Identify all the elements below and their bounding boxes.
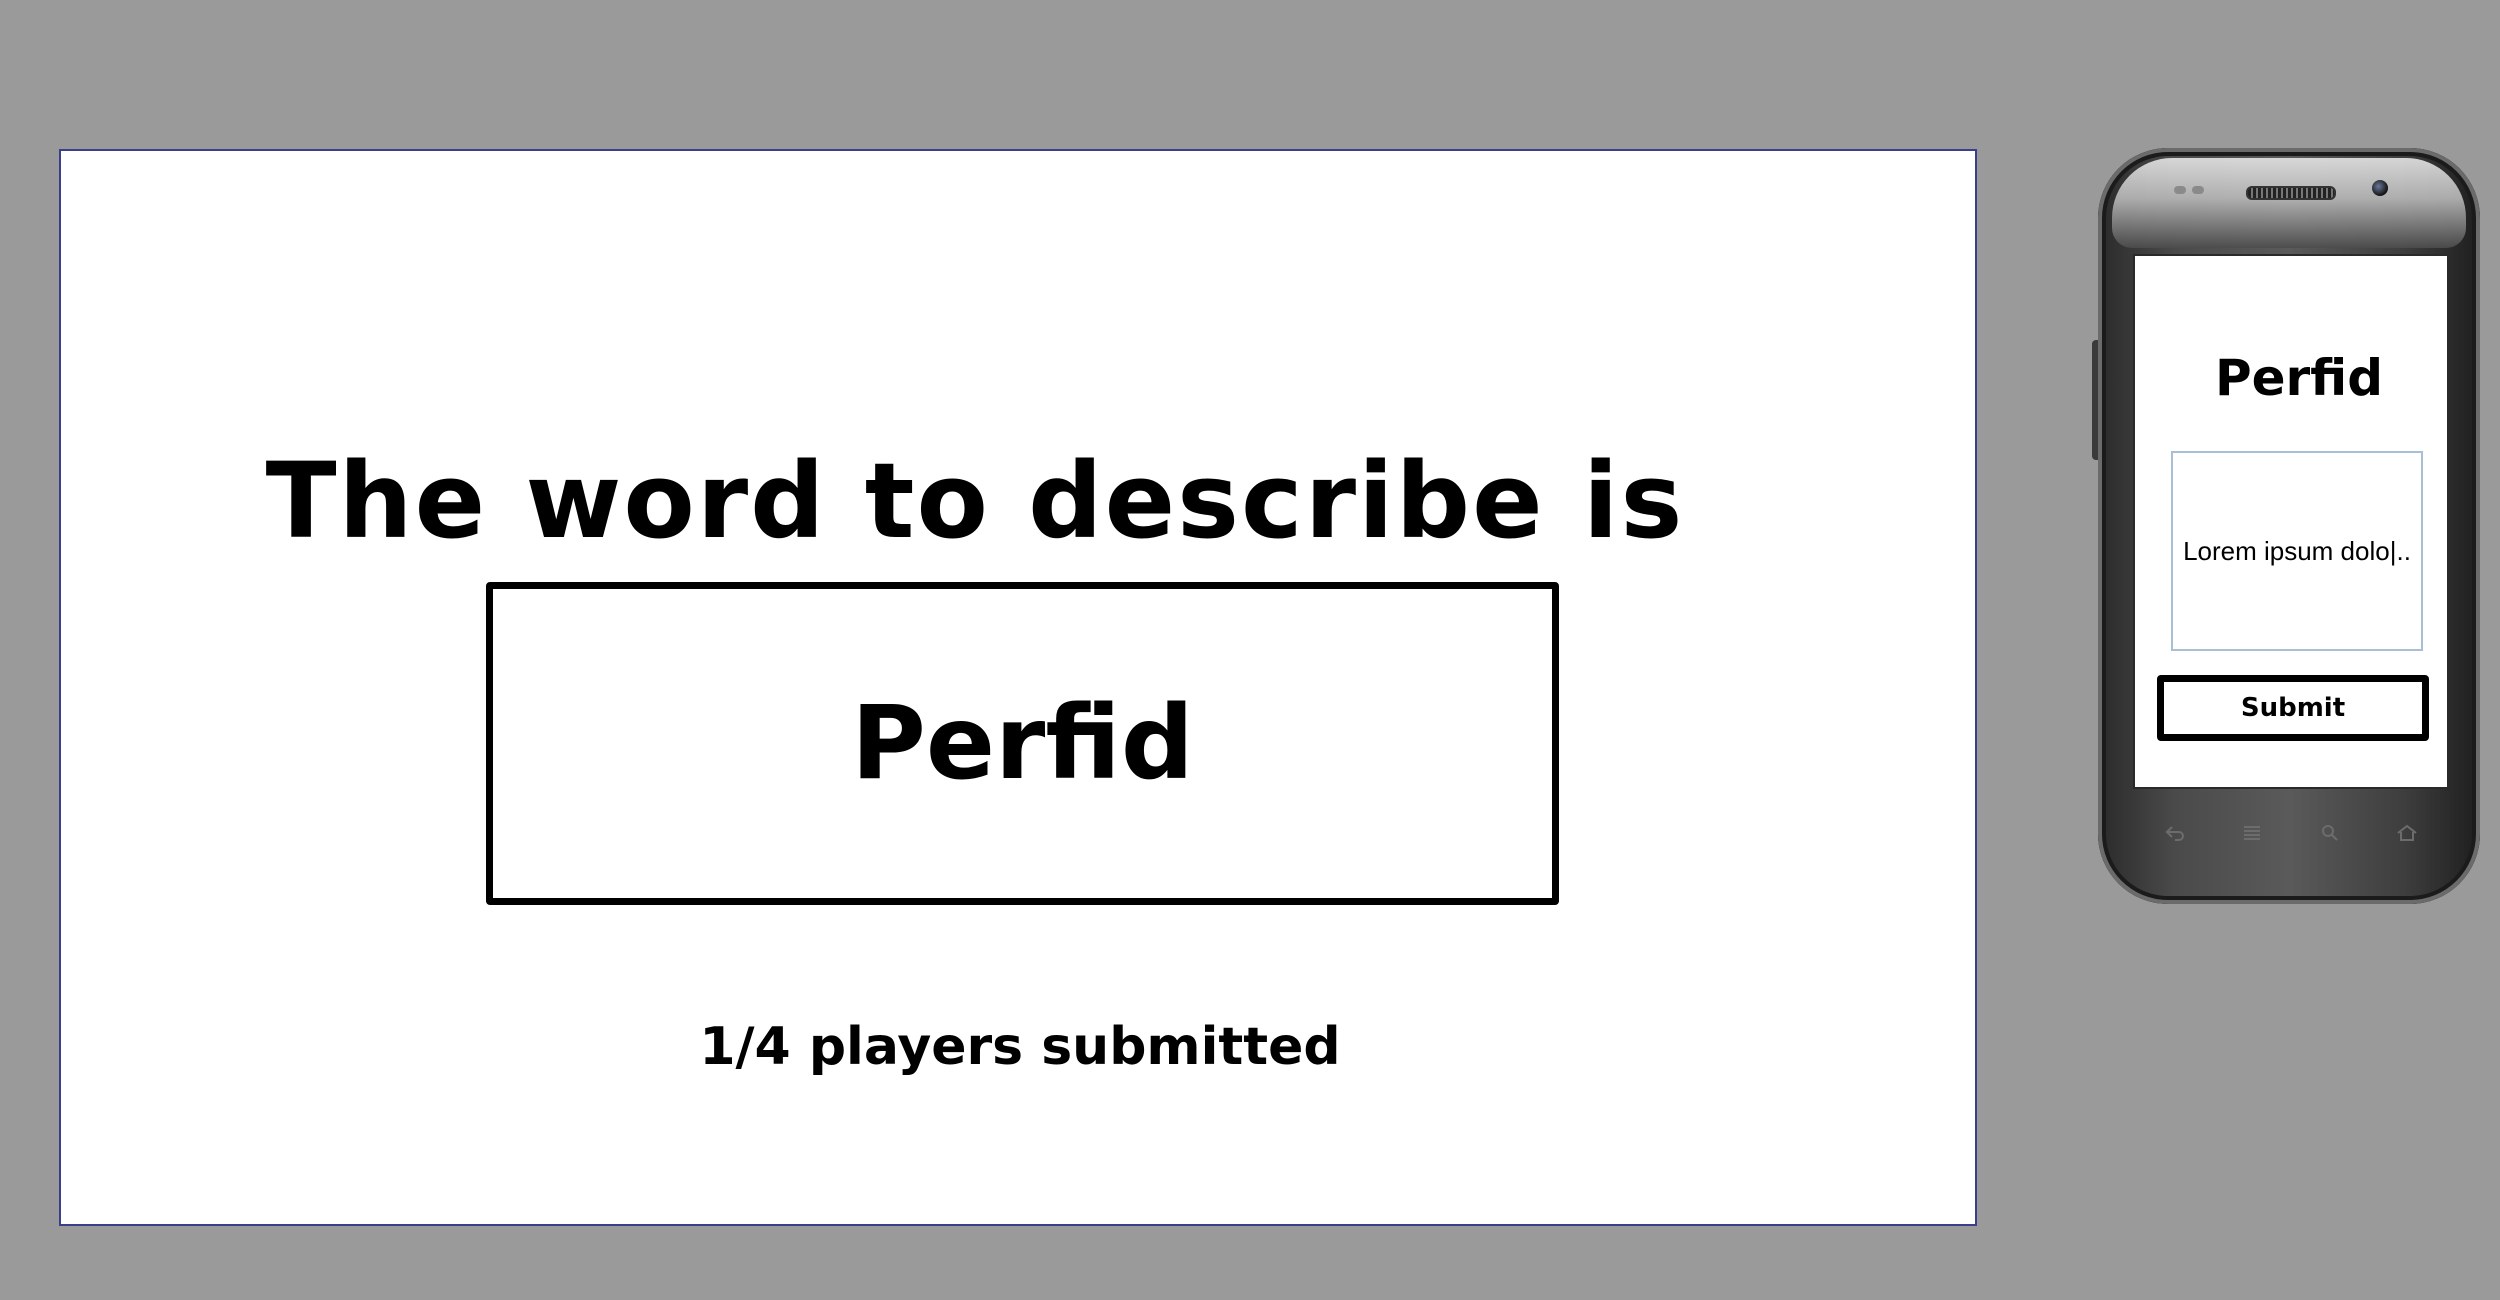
submission-status: 1/4 players submitted	[699, 1017, 1341, 1077]
host-screen: The word to describe is Perfid 1/4 playe…	[59, 149, 1977, 1226]
word-display-box: Perfid	[486, 582, 1559, 905]
phone-top-bezel	[2112, 158, 2466, 248]
submit-button[interactable]: Submit	[2157, 675, 2429, 741]
menu-icon[interactable]	[2236, 821, 2268, 845]
back-icon[interactable]	[2159, 821, 2191, 845]
host-heading-text: The word to describe is	[265, 440, 1685, 562]
description-textarea[interactable]: Lorem ipsum dolo|..	[2171, 451, 2423, 651]
phone-nav-bar	[2136, 815, 2446, 851]
home-icon[interactable]	[2391, 821, 2423, 845]
phone-camera-icon	[2372, 180, 2388, 196]
phone-sensor	[2174, 186, 2186, 194]
description-textarea-value: Lorem ipsum dolo|..	[2183, 535, 2411, 566]
phone-word-title: Perfid	[2214, 349, 2384, 407]
phone-speaker-icon	[2246, 186, 2336, 200]
phone-sensor	[2192, 186, 2204, 194]
phone-screen: Perfid Lorem ipsum dolo|.. Submit	[2133, 254, 2449, 789]
search-icon[interactable]	[2314, 821, 2346, 845]
word-display-text: Perfid	[851, 684, 1194, 803]
host-heading: The word to describe is	[61, 441, 1979, 561]
